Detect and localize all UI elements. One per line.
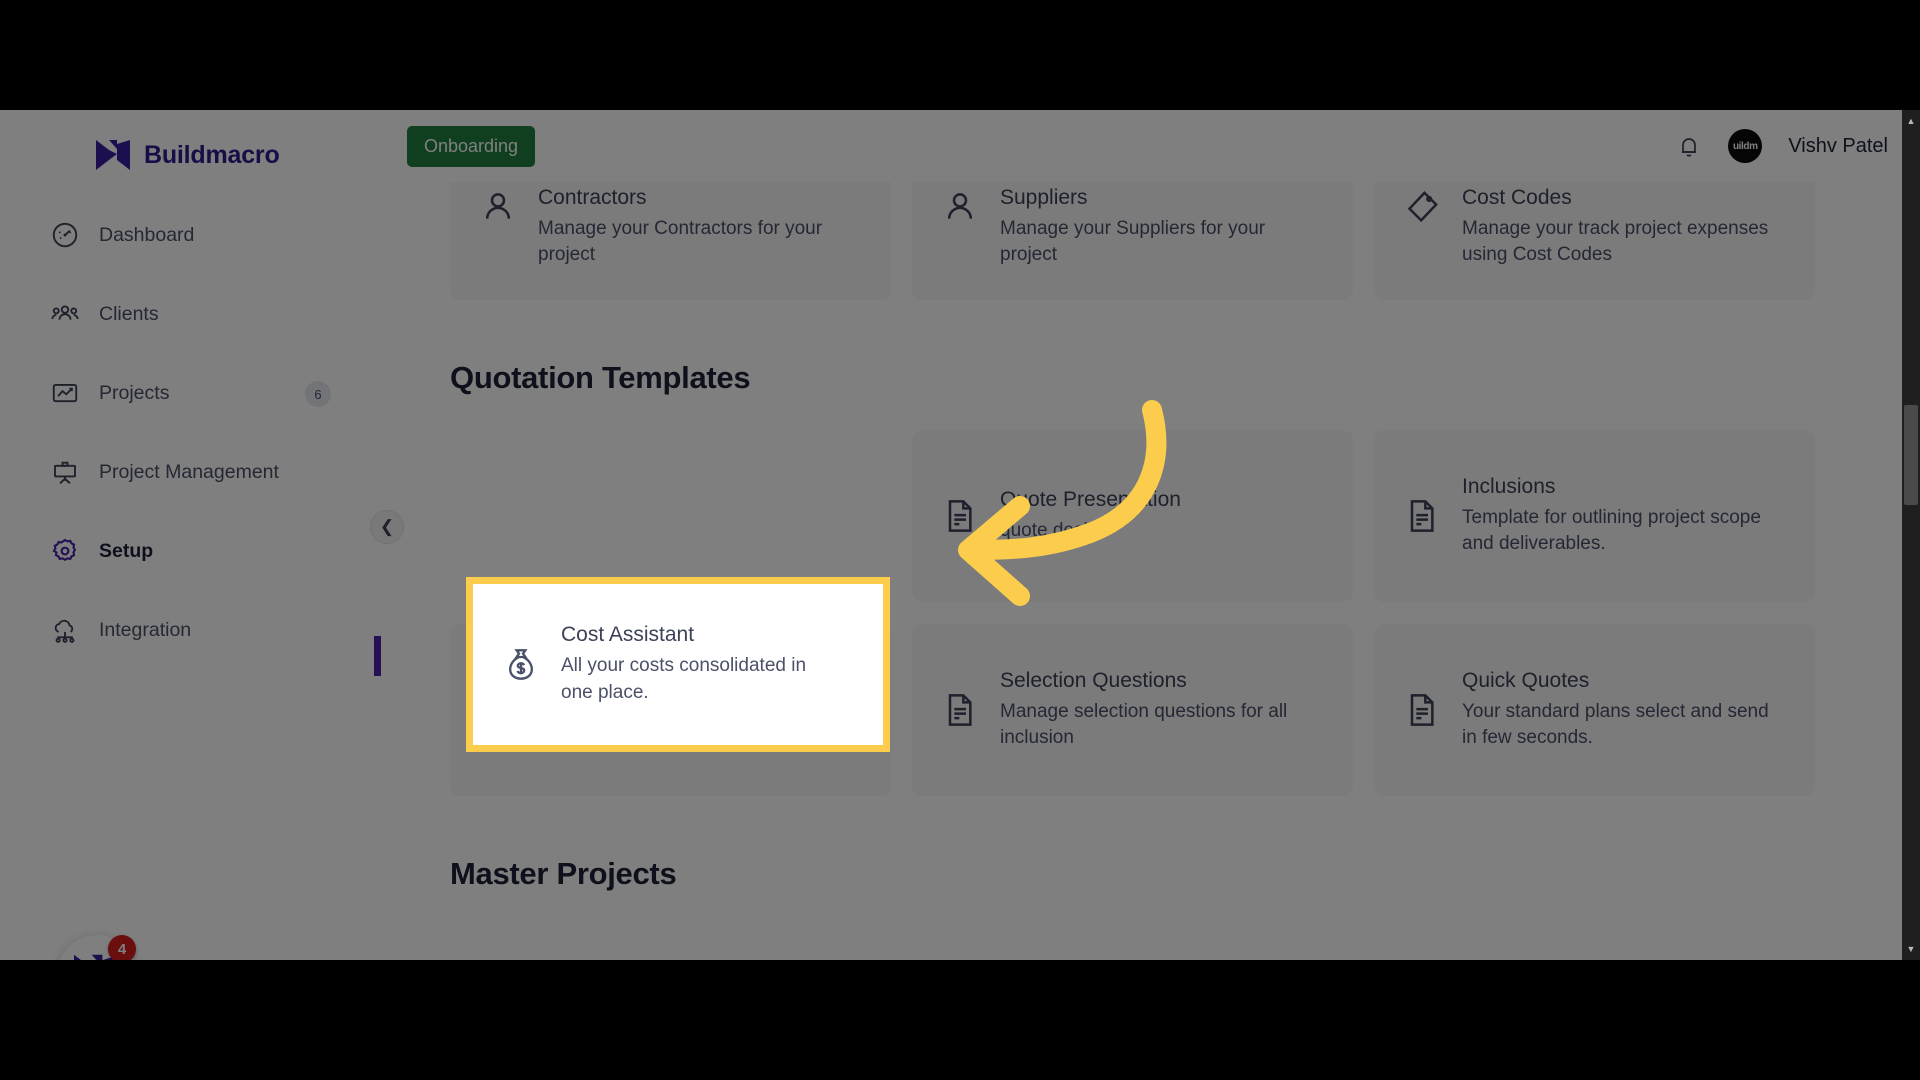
sidebar-collapse-button[interactable]: ❮	[370, 510, 404, 544]
quotation-templates-heading: Quotation Templates	[450, 360, 751, 395]
card-title: Contractors	[538, 186, 647, 209]
tag-icon	[1402, 186, 1442, 228]
sidebar-item-project-management[interactable]: Project Management	[0, 449, 380, 495]
sidebar-item-label: Integration	[99, 618, 192, 641]
sidebar-item-label: Clients	[99, 302, 159, 325]
top-header: Onboarding uildm Vishv Patel	[380, 110, 1920, 182]
card-cost-assistant[interactable]: Cost Assistant All your costs consolidat…	[473, 584, 883, 745]
scroll-down-arrow-icon[interactable]: ▼	[1902, 940, 1920, 958]
card-description: Template for outlining project scope and…	[1462, 506, 1761, 554]
active-nav-indicator	[374, 636, 381, 676]
scroll-up-arrow-icon[interactable]: ▲	[1902, 112, 1920, 130]
chevron-left-icon: ❮	[379, 517, 395, 536]
card-text: Suppliers Manage your Suppliers for your…	[1000, 186, 1325, 268]
card-description: Manage your Contractors for your project	[538, 218, 823, 266]
fab-notification-badge: 4	[108, 935, 136, 960]
brand-name: Buildmacro	[144, 140, 280, 169]
user-name: Vishv Patel	[1788, 134, 1888, 157]
card-title: Suppliers	[1000, 186, 1088, 209]
card-inclusions[interactable]: Inclusions Template for outlining projec…	[1374, 430, 1815, 602]
scrollbar-thumb[interactable]	[1904, 405, 1918, 505]
brand-logo[interactable]: Buildmacro	[0, 110, 380, 170]
sidebar-item-label: Projects	[99, 381, 170, 404]
card-suppliers[interactable]: Suppliers Manage your Suppliers for your…	[912, 182, 1353, 300]
card-description: Your standard plans select and send in f…	[1462, 700, 1769, 748]
card-title: Inclusions	[1462, 474, 1556, 498]
card-description: Manage selection questions for all inclu…	[1000, 700, 1288, 748]
card-title: Cost Codes	[1462, 186, 1572, 209]
card-text: Cost Codes Manage your track project exp…	[1462, 186, 1787, 268]
card-title: Selection Questions	[1000, 668, 1187, 692]
chart-box-icon	[50, 378, 80, 408]
sidebar-item-setup[interactable]: Setup	[0, 528, 380, 574]
cloud-network-icon	[50, 615, 80, 645]
buildmacro-m-logo-icon	[96, 140, 130, 170]
document-icon	[940, 689, 980, 731]
people-group-icon	[50, 299, 80, 329]
screen-root: Buildmacro Dashboard Clients Projects 6 …	[0, 0, 1920, 1080]
card-cost-codes[interactable]: Cost Codes Manage your track project exp…	[1374, 182, 1815, 300]
card-description: All your costs consolidated in one place…	[561, 655, 807, 703]
gear-icon	[50, 536, 80, 566]
avatar[interactable]: uildm	[1728, 129, 1763, 163]
card-selection-questions[interactable]: Selection Questions Manage selection que…	[912, 624, 1353, 796]
document-icon	[940, 495, 980, 537]
card-quote-presentation[interactable]: Quote Presentation quote design	[912, 430, 1353, 602]
sidebar-item-label: Dashboard	[99, 223, 195, 246]
sidebar-nav: Dashboard Clients Projects 6 Project Man…	[0, 212, 380, 653]
browser-viewport: Buildmacro Dashboard Clients Projects 6 …	[0, 110, 1920, 960]
card-quick-quotes[interactable]: Quick Quotes Your standard plans select …	[1374, 624, 1815, 796]
highlight-frame: Cost Assistant All your costs consolidat…	[466, 577, 890, 752]
speedometer-icon	[50, 220, 80, 250]
setup-top-card-grid: Contractors Manage your Contractors for …	[450, 182, 1868, 300]
card-text: Quote Presentation quote design	[1000, 488, 1181, 544]
card-title: Quote Presentation	[1000, 487, 1181, 511]
header-right-cluster: uildm Vishv Patel	[1676, 110, 1888, 182]
document-icon	[1402, 689, 1442, 731]
sidebar-item-dashboard[interactable]: Dashboard	[0, 212, 380, 258]
sidebar-item-projects[interactable]: Projects 6	[0, 370, 380, 416]
sidebar-item-clients[interactable]: Clients	[0, 291, 380, 337]
card-description: Manage your Suppliers for your project	[1000, 218, 1266, 266]
card-text: Selection Questions Manage selection que…	[1000, 669, 1325, 751]
card-title: Cost Assistant	[561, 623, 695, 647]
money-bag-icon	[501, 644, 541, 686]
card-contractors[interactable]: Contractors Manage your Contractors for …	[450, 182, 891, 300]
bell-icon[interactable]	[1676, 133, 1702, 159]
presentation-board-icon	[50, 457, 80, 487]
card-description: quote design	[1000, 519, 1109, 541]
card-text: Inclusions Template for outlining projec…	[1462, 475, 1787, 557]
main-content: Contractors Manage your Contractors for …	[380, 182, 1902, 960]
onboarding-button[interactable]: Onboarding	[407, 126, 536, 167]
projects-count-badge: 6	[305, 381, 331, 407]
card-description: Manage your track project expenses using…	[1462, 218, 1769, 266]
sidebar-item-integration[interactable]: Integration	[0, 607, 380, 653]
sidebar-item-label: Setup	[99, 539, 154, 562]
card-title: Quick Quotes	[1462, 668, 1590, 692]
vertical-scrollbar[interactable]: ▲ ▼	[1902, 110, 1920, 960]
card-text: Contractors Manage your Contractors for …	[538, 186, 863, 268]
person-icon	[940, 186, 980, 228]
sidebar-item-label: Project Management	[99, 460, 279, 483]
master-projects-heading: Master Projects	[450, 856, 677, 891]
sidebar: Buildmacro Dashboard Clients Projects 6 …	[0, 110, 380, 960]
document-icon	[1402, 495, 1442, 537]
card-text: Cost Assistant All your costs consolidat…	[561, 623, 831, 705]
person-icon	[478, 186, 518, 228]
card-text: Quick Quotes Your standard plans select …	[1462, 669, 1787, 751]
